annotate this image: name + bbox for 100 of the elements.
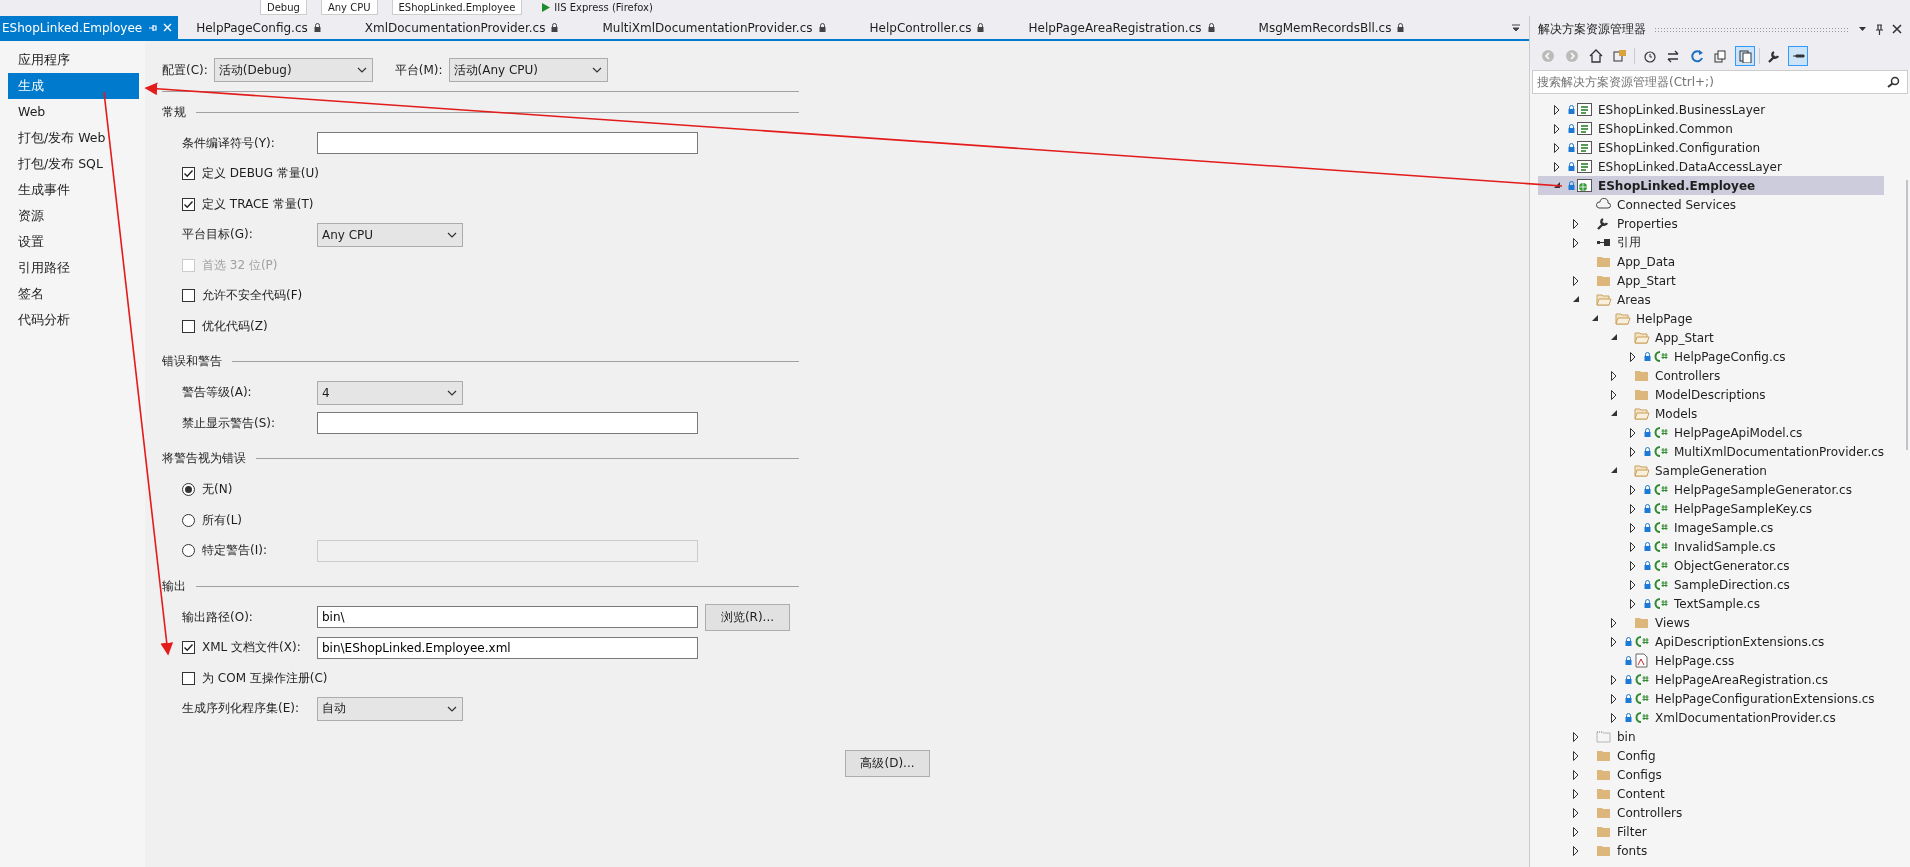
- text-field[interactable]: bin\EShopLinked.Employee.xml: [317, 636, 698, 659]
- tree-item[interactable]: Controllers: [1538, 803, 1885, 822]
- chevron-down-icon: [590, 65, 603, 75]
- checkbox-label: 允许不安全代码(F): [202, 287, 303, 305]
- browse-button[interactable]: 浏览(R)...: [705, 603, 790, 631]
- tree-item[interactable]: InvalidSample.cs: [1538, 537, 1885, 556]
- code-file-icon: [1634, 710, 1650, 725]
- tree-item[interactable]: fonts: [1538, 841, 1885, 860]
- toolbar-dropdown[interactable]: IIS Express (Firefox): [536, 0, 659, 15]
- project-icon: [1577, 121, 1593, 136]
- nav-item[interactable]: 打包/发布 SQL: [8, 151, 139, 177]
- tree-item[interactable]: TextSample.cs: [1538, 594, 1885, 613]
- checkbox[interactable]: [182, 289, 195, 303]
- tree-item[interactable]: EShopLinked.BusinessLayer: [1538, 100, 1885, 119]
- tree-item[interactable]: HelpPageSampleKey.cs: [1538, 499, 1885, 518]
- document-tab[interactable]: HelpPageAreaRegistration.cs: [1026, 16, 1221, 39]
- tree-item[interactable]: Controllers: [1538, 366, 1885, 385]
- tree-item[interactable]: EShopLinked.Configuration: [1538, 138, 1885, 157]
- tree-item[interactable]: App_Data: [1538, 252, 1885, 271]
- tree-item[interactable]: ObjectGenerator.cs: [1538, 556, 1885, 575]
- document-tab[interactable]: MultiXmlDocumentationProvider.cs: [600, 16, 832, 39]
- document-tab[interactable]: EShopLinked.Employee: [0, 16, 179, 39]
- tree-item[interactable]: EShopLinked.Common: [1538, 119, 1885, 138]
- tree-item[interactable]: App_Start: [1538, 328, 1885, 347]
- tree-item[interactable]: 引用: [1538, 233, 1885, 252]
- nav-item[interactable]: 代码分析: [8, 307, 139, 333]
- document-tab[interactable]: XmlDocumentationProvider.cs: [362, 16, 565, 39]
- tree-item[interactable]: App_Start: [1538, 271, 1885, 290]
- tree-item[interactable]: SampleGeneration: [1538, 461, 1885, 480]
- nav-item[interactable]: 生成事件: [8, 177, 139, 203]
- code-file-icon: [1653, 349, 1669, 364]
- tree-item[interactable]: Filter: [1538, 822, 1885, 841]
- text-field[interactable]: [317, 412, 698, 435]
- tree-item[interactable]: SampleDirection.cs: [1538, 575, 1885, 594]
- checkbox[interactable]: [182, 671, 195, 685]
- radio-button[interactable]: [182, 544, 195, 558]
- text-field[interactable]: [317, 132, 698, 155]
- dropdown[interactable]: Any CPU: [317, 222, 463, 247]
- checkbox[interactable]: [182, 197, 195, 211]
- lock-icon: [1207, 23, 1215, 32]
- tree-item[interactable]: ImageSample.cs: [1538, 518, 1885, 537]
- tree-item[interactable]: HelpPage.css: [1538, 651, 1885, 670]
- tree-item[interactable]: HelpPage: [1538, 309, 1885, 328]
- nav-item[interactable]: 打包/发布 Web: [8, 125, 139, 151]
- radio-button[interactable]: [182, 483, 195, 497]
- tree-item[interactable]: HelpPageAreaRegistration.cs: [1538, 670, 1885, 689]
- tree-item[interactable]: XmlDocumentationProvider.cs: [1538, 708, 1885, 727]
- advanced-button[interactable]: 高级(D)...: [845, 749, 930, 777]
- search-field[interactable]: 搜索解决方案资源管理器(Ctrl+;): [1532, 70, 1908, 94]
- project-icon: [1577, 159, 1593, 174]
- tree-item[interactable]: Models: [1538, 404, 1885, 423]
- checkbox[interactable]: [182, 641, 195, 655]
- nav-item[interactable]: 设置: [8, 229, 139, 255]
- dropdown[interactable]: 活动(Any CPU): [448, 58, 608, 82]
- tree-item[interactable]: ApiDescriptionExtensions.cs: [1538, 632, 1885, 651]
- document-tab[interactable]: MsgMemRecordsBll.cs: [1256, 16, 1411, 39]
- document-tab[interactable]: HelpPageConfig.cs: [194, 16, 327, 39]
- dropdown[interactable]: 自动: [317, 696, 463, 721]
- tree-item[interactable]: HelpPageSampleGenerator.cs: [1538, 480, 1885, 499]
- tree-item[interactable]: Connected Services: [1538, 195, 1885, 214]
- nav-item[interactable]: 签名: [8, 281, 139, 307]
- toolbar-dropdown[interactable]: Any CPU: [320, 0, 378, 15]
- tree-item[interactable]: HelpPageConfig.cs: [1538, 347, 1885, 366]
- nav-item[interactable]: 应用程序: [8, 47, 139, 73]
- refresh-icon: [1690, 49, 1704, 63]
- checkbox[interactable]: [182, 319, 195, 333]
- toolbar-dropdown[interactable]: EShopLinked.Employee: [391, 0, 523, 15]
- document-tab[interactable]: HelpController.cs: [867, 16, 991, 39]
- tree-item[interactable]: Content: [1538, 784, 1885, 803]
- nav-item[interactable]: 资源: [8, 203, 139, 229]
- dropdown[interactable]: 活动(Debug): [213, 58, 373, 82]
- tree-item[interactable]: HelpPageApiModel.cs: [1538, 423, 1885, 442]
- cloud-icon: [1596, 197, 1612, 212]
- tree-item[interactable]: MultiXmlDocumentationProvider.cs: [1538, 442, 1885, 461]
- back-icon: [1541, 49, 1555, 63]
- toolbar-dropdown[interactable]: Debug: [260, 0, 307, 15]
- tree-item[interactable]: ModelDescriptions: [1538, 385, 1885, 404]
- tree-item[interactable]: Views: [1538, 613, 1885, 632]
- tree-item[interactable]: Areas: [1538, 290, 1885, 309]
- nav-item[interactable]: Web: [8, 99, 139, 125]
- tree-item[interactable]: Config: [1538, 746, 1885, 765]
- open-folder-icon: [1634, 463, 1650, 478]
- checkbox[interactable]: [182, 167, 195, 181]
- field-label: 平台目标(G):: [182, 226, 254, 244]
- tree-item[interactable]: Properties: [1538, 214, 1885, 233]
- code-file-icon: [1653, 596, 1669, 611]
- tree-item[interactable]: bin: [1538, 727, 1885, 746]
- tree-item[interactable]: Configs: [1538, 765, 1885, 784]
- text-field[interactable]: bin\: [317, 606, 698, 629]
- dropdown-icon: [1511, 22, 1521, 33]
- checkbox-label: 首选 32 位(P): [202, 256, 278, 274]
- tree-item[interactable]: EShopLinked.DataAccessLayer: [1538, 157, 1885, 176]
- folder-icon: [1596, 843, 1612, 858]
- dropdown[interactable]: 4: [317, 380, 463, 405]
- radio-button[interactable]: [182, 513, 195, 527]
- tree-item[interactable]: HelpPageConfigurationExtensions.cs: [1538, 689, 1885, 708]
- nav-item[interactable]: 引用路径: [8, 255, 139, 281]
- code-file-icon: [1653, 425, 1669, 440]
- tree-item[interactable]: EShopLinked.Employee: [1538, 176, 1885, 195]
- nav-item[interactable]: 生成: [8, 73, 139, 99]
